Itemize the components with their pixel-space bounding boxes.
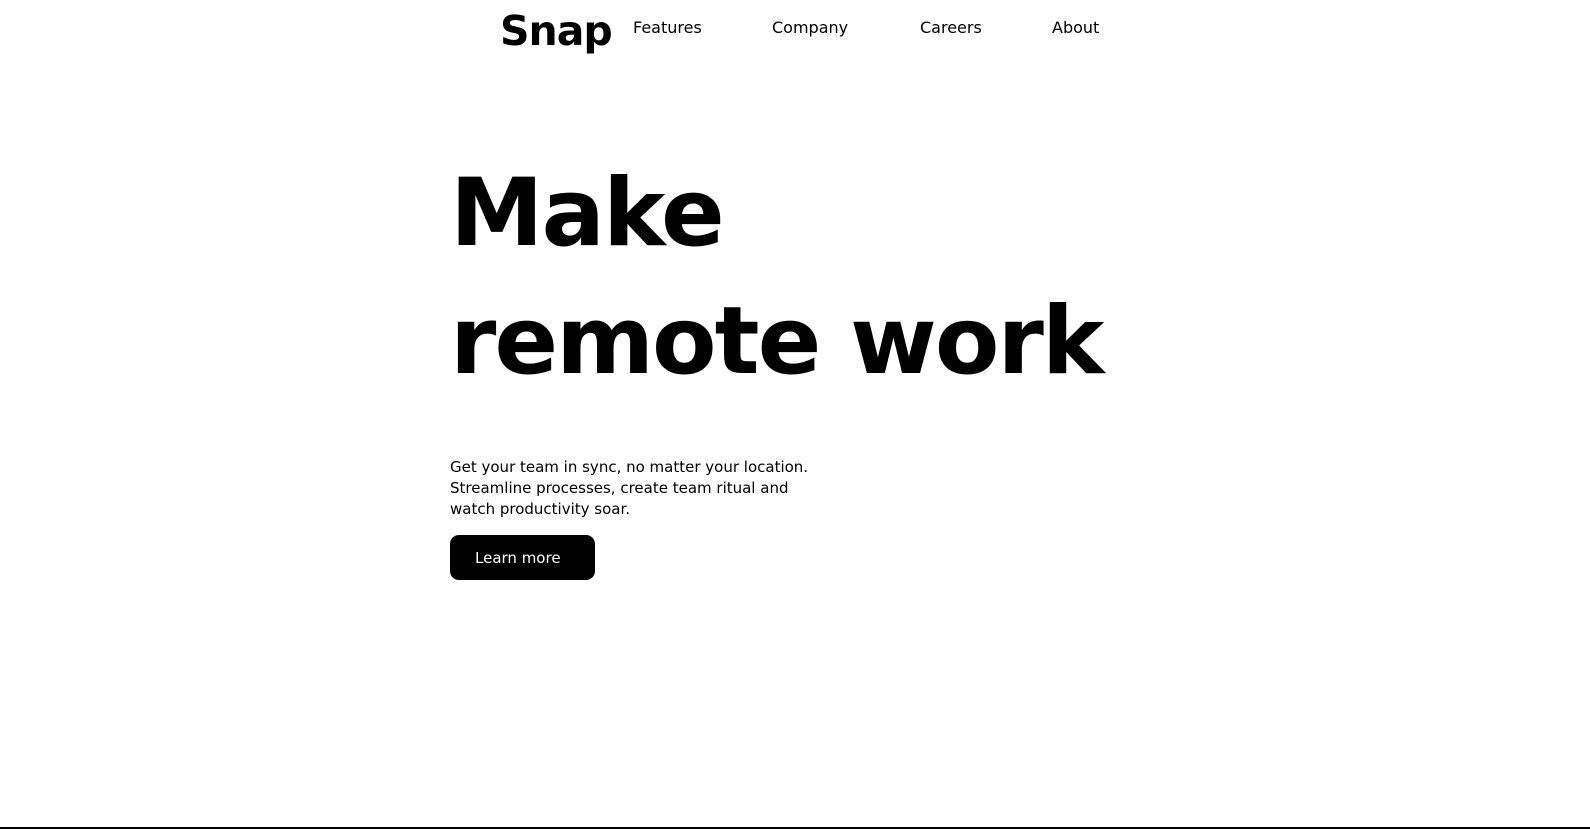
learn-more-button[interactable]: Learn more: [450, 535, 595, 580]
hero-description-line-3: watch productivity soar.: [450, 500, 631, 518]
hero-title-line-1: Make: [450, 159, 725, 268]
nav-item-about[interactable]: About: [1052, 18, 1099, 38]
hero-description-line-2: Streamline processes, create team ritual…: [450, 479, 789, 497]
page: Snap Features Company Careers About Make…: [0, 0, 1590, 829]
nav-item-company[interactable]: Company: [772, 18, 848, 38]
nav-item-features[interactable]: Features: [633, 18, 702, 38]
logo[interactable]: Snap: [500, 4, 613, 58]
hero-description-line-1: Get your team in sync, no matter your lo…: [450, 458, 809, 476]
hero-title-line-2: remote work: [450, 287, 1104, 396]
nav-item-careers[interactable]: Careers: [920, 18, 982, 38]
hero-title: Make remote work: [450, 150, 1104, 406]
hero-description: Get your team in sync, no matter your lo…: [450, 457, 809, 520]
